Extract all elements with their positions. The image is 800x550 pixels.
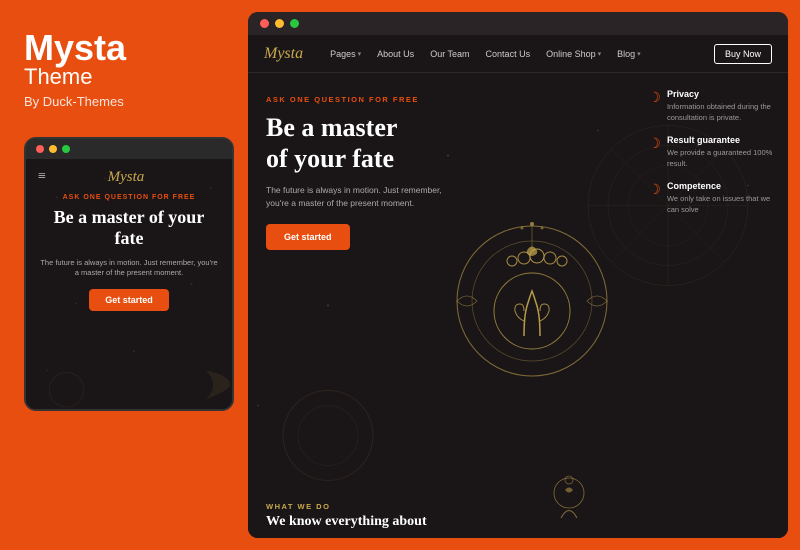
left-panel: Mysta Theme By Duck-Themes — [0, 0, 248, 550]
mobile-content: ≡ Mysta ASK ONE QUESTION FOR FREE Be a m… — [26, 159, 232, 409]
hero-ask-label: ASK ONE QUESTION FOR FREE — [266, 95, 468, 104]
hero-heading-line1: Be a master — [266, 113, 397, 142]
feature-privacy: ☽ Privacy Information obtained during th… — [648, 89, 778, 123]
feature-privacy-text: Privacy Information obtained during the … — [667, 89, 778, 123]
desktop-dot-green — [290, 19, 299, 28]
feature-competence: ☽ Competence We only take on issues that… — [648, 181, 778, 215]
desktop-nav-links: Pages ▾ About Us Our Team Contact Us Onl… — [323, 49, 714, 59]
brand-name: Mysta — [24, 28, 224, 68]
competence-crescent-icon: ☽ — [648, 182, 661, 199]
nav-shop[interactable]: Online Shop ▾ — [539, 49, 608, 59]
bottom-text: WHAT WE DO We know everything about — [266, 502, 427, 530]
desktop-browser-bar — [248, 12, 788, 35]
hero-features: ☽ Privacy Information obtained during th… — [648, 89, 778, 215]
feature-competence-desc: We only take on issues that we can solve — [667, 194, 778, 215]
feature-privacy-title: Privacy — [667, 89, 778, 99]
right-panel: Mysta Pages ▾ About Us Our Team Contact … — [248, 0, 800, 550]
mobile-dot-yellow — [49, 145, 57, 153]
feature-result: ☽ Result guarantee We provide a guarante… — [648, 135, 778, 169]
desktop-mockup: Mysta Pages ▾ About Us Our Team Contact … — [248, 12, 788, 538]
desktop-hero: ASK ONE QUESTION FOR FREE Be a master of… — [248, 73, 788, 538]
nav-about[interactable]: About Us — [370, 49, 421, 59]
privacy-crescent-icon: ☽ — [648, 90, 661, 107]
feature-result-desc: We provide a guaranteed 100% result. — [667, 148, 778, 169]
brand-by: By Duck-Themes — [24, 94, 224, 109]
desktop-nav: Mysta Pages ▾ About Us Our Team Contact … — [248, 35, 788, 73]
desktop-dot-yellow — [275, 19, 284, 28]
mobile-dot-green — [62, 145, 70, 153]
hero-heading-line2: of your fate — [266, 144, 394, 173]
feature-result-title: Result guarantee — [667, 135, 778, 145]
mobile-browser-bar — [26, 139, 232, 159]
result-crescent-icon: ☽ — [648, 136, 661, 153]
hero-heading: Be a master of your fate — [266, 112, 468, 174]
desktop-logo: Mysta — [264, 45, 303, 63]
buy-now-button[interactable]: Buy Now — [714, 44, 772, 64]
mobile-mockup: ≡ Mysta ASK ONE QUESTION FOR FREE Be a m… — [24, 137, 234, 411]
feature-result-text: Result guarantee We provide a guaranteed… — [667, 135, 778, 169]
hero-cta-button[interactable]: Get started — [266, 224, 350, 250]
what-we-do-label: WHAT WE DO — [266, 502, 427, 511]
nav-pages[interactable]: Pages ▾ — [323, 49, 368, 59]
desktop-dot-red — [260, 19, 269, 28]
mobile-bg-svg — [26, 159, 232, 409]
bottom-figure-svg — [539, 468, 599, 538]
what-we-do-heading: We know everything about — [266, 514, 427, 530]
feature-privacy-desc: Information obtained during the consulta… — [667, 102, 778, 123]
brand-block: Mysta Theme By Duck-Themes — [24, 28, 224, 109]
hero-description: The future is always in motion. Just rem… — [266, 184, 466, 210]
nav-team[interactable]: Our Team — [423, 49, 476, 59]
mobile-dot-red — [36, 145, 44, 153]
feature-competence-title: Competence — [667, 181, 778, 191]
nav-contact[interactable]: Contact Us — [479, 49, 538, 59]
hero-bottom-section: WHAT WE DO We know everything about — [248, 468, 788, 538]
feature-competence-text: Competence We only take on issues that w… — [667, 181, 778, 215]
nav-blog[interactable]: Blog ▾ — [610, 49, 648, 59]
